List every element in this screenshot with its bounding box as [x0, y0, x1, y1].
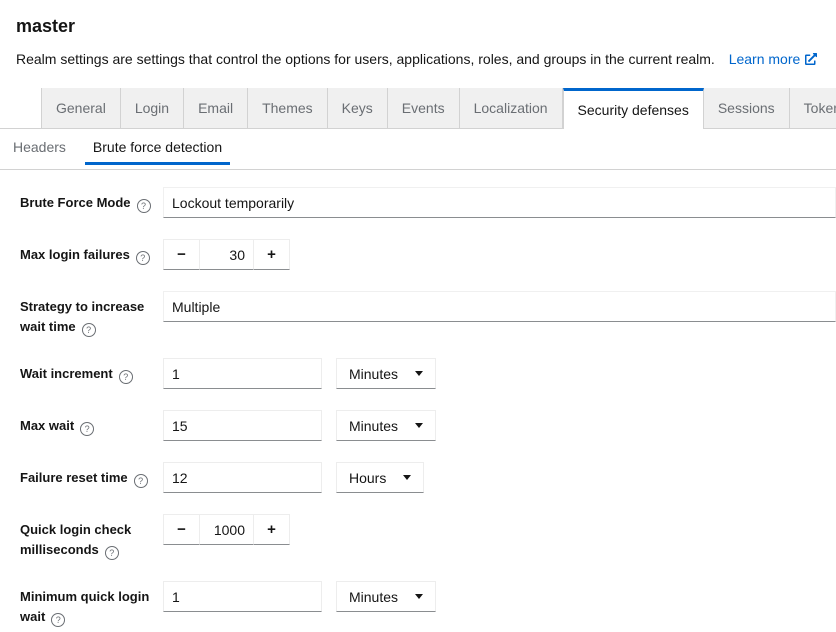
tab-themes[interactable]: Themes — [248, 88, 328, 128]
help-icon[interactable]: ? — [105, 546, 119, 560]
tab-localization[interactable]: Localization — [460, 88, 563, 128]
wait-increment-row: Wait increment? Minutes — [20, 358, 836, 389]
brute-force-mode-row: Brute Force Mode? Lockout temporarily — [20, 187, 836, 218]
min-quick-login-wait-label: Minimum quick login wait? — [20, 581, 163, 627]
field-label-text: Wait increment — [20, 366, 113, 381]
caret-down-icon — [403, 475, 411, 480]
help-icon[interactable]: ? — [82, 323, 96, 337]
quick-login-check-label: Quick login check milliseconds? — [20, 514, 163, 560]
field-label-text: Brute Force Mode — [20, 195, 131, 210]
brute-force-mode-select[interactable]: Lockout temporarily — [163, 187, 836, 218]
tab-events[interactable]: Events — [388, 88, 460, 128]
min-quick-login-wait-unit-select[interactable]: Minutes — [336, 581, 436, 612]
learn-more-link[interactable]: Learn more — [729, 51, 818, 67]
max-wait-label: Max wait? — [20, 410, 163, 436]
failure-reset-time-label: Failure reset time? — [20, 462, 163, 488]
max-wait-row: Max wait? Minutes — [20, 410, 836, 441]
unit-label: Minutes — [349, 366, 398, 382]
page-title: master — [16, 16, 820, 37]
wait-increment-input[interactable] — [163, 358, 322, 389]
min-quick-login-wait-row: Minimum quick login wait? Minutes — [20, 581, 836, 627]
field-label-text: Max wait — [20, 418, 74, 433]
realm-description-row: Realm settings are settings that control… — [16, 50, 820, 68]
wait-strategy-select[interactable]: Multiple — [163, 291, 836, 322]
quick-login-check-input[interactable] — [200, 514, 253, 545]
help-icon[interactable]: ? — [119, 370, 133, 384]
field-label-text: Failure reset time — [20, 470, 128, 485]
tab-security-defenses[interactable]: Security defenses — [563, 88, 704, 129]
increment-button[interactable]: + — [253, 514, 290, 545]
wait-strategy-row: Strategy to increase wait time? Multiple — [20, 291, 836, 337]
subtab-brute-force-detection[interactable]: Brute force detection — [85, 129, 230, 165]
failure-reset-time-input[interactable] — [163, 462, 322, 493]
tab-login[interactable]: Login — [121, 88, 184, 128]
help-icon[interactable]: ? — [134, 474, 148, 488]
caret-down-icon — [415, 371, 423, 376]
unit-label: Minutes — [349, 589, 398, 605]
tab-sessions[interactable]: Sessions — [704, 88, 790, 128]
quick-login-check-row: Quick login check milliseconds? − + — [20, 514, 836, 560]
wait-increment-label: Wait increment? — [20, 358, 163, 384]
wait-increment-unit-select[interactable]: Minutes — [336, 358, 436, 389]
max-login-failures-row: Max login failures? − + — [20, 239, 836, 270]
field-label-text: Max login failures — [20, 247, 130, 262]
selected-value: Multiple — [172, 299, 220, 315]
brute-force-mode-label: Brute Force Mode? — [20, 187, 163, 213]
caret-down-icon — [415, 423, 423, 428]
tab-keys[interactable]: Keys — [328, 88, 388, 128]
caret-down-icon — [415, 594, 423, 599]
tab-general[interactable]: General — [41, 88, 121, 128]
help-icon[interactable]: ? — [137, 199, 151, 213]
help-icon[interactable]: ? — [80, 422, 94, 436]
realm-description: Realm settings are settings that control… — [16, 51, 715, 67]
max-wait-unit-select[interactable]: Minutes — [336, 410, 436, 441]
brute-force-detection-form: Brute Force Mode? Lockout temporarily Ma… — [0, 170, 836, 627]
tab-tokens[interactable]: Tokens — [790, 88, 836, 128]
unit-label: Minutes — [349, 418, 398, 434]
learn-more-label: Learn more — [729, 51, 801, 67]
realm-settings-tabs: General Login Email Themes Keys Events L… — [0, 88, 836, 129]
field-label-text: Minimum quick login wait — [20, 589, 149, 624]
max-login-failures-stepper: − + — [163, 239, 290, 270]
help-icon[interactable]: ? — [136, 251, 150, 265]
subtab-headers[interactable]: Headers — [5, 129, 74, 165]
decrement-button[interactable]: − — [163, 514, 200, 545]
selected-value: Lockout temporarily — [172, 195, 294, 211]
failure-reset-time-row: Failure reset time? Hours — [20, 462, 836, 493]
tab-email[interactable]: Email — [184, 88, 248, 128]
decrement-button[interactable]: − — [163, 239, 200, 270]
quick-login-check-stepper: − + — [163, 514, 290, 545]
min-quick-login-wait-input[interactable] — [163, 581, 322, 612]
max-login-failures-input[interactable] — [200, 239, 253, 270]
failure-reset-time-unit-select[interactable]: Hours — [336, 462, 424, 493]
security-defenses-subtabs: Headers Brute force detection — [0, 129, 836, 165]
external-link-icon — [805, 53, 817, 65]
unit-label: Hours — [349, 470, 386, 486]
max-wait-input[interactable] — [163, 410, 322, 441]
wait-strategy-label: Strategy to increase wait time? — [20, 291, 163, 337]
max-login-failures-label: Max login failures? — [20, 239, 163, 265]
help-icon[interactable]: ? — [51, 613, 65, 627]
increment-button[interactable]: + — [253, 239, 290, 270]
